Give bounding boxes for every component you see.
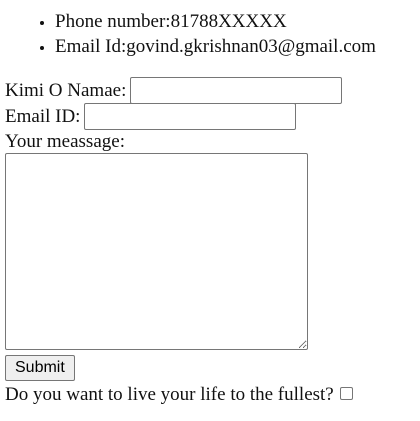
name-label: Kimi O Namae: — [5, 79, 127, 101]
message-textarea[interactable] — [5, 153, 308, 350]
email-input[interactable] — [84, 103, 297, 131]
email-id-value: govind.gkrishnan03@gmail.com — [126, 36, 376, 57]
contact-phone-item: Phone number:81788XXXXX — [55, 9, 376, 34]
question-label: Do you want to live your life to the ful… — [5, 384, 334, 405]
phone-label: Phone number: — [55, 11, 171, 32]
message-label: Your meassage: — [5, 131, 125, 152]
email-id-label: Email Id: — [55, 36, 127, 57]
submit-button[interactable]: Submit — [5, 355, 75, 381]
contact-email-item: Email Id:govind.gkrishnan03@gmail.com — [55, 34, 376, 59]
email-label: Email ID: — [5, 105, 81, 127]
name-input[interactable] — [130, 77, 343, 105]
phone-value: 81788XXXXX — [170, 11, 287, 32]
name-row: Kimi O Namae: — [5, 77, 343, 105]
contact-info-list: Phone number:81788XXXXX Email Id:govind.… — [0, 9, 376, 59]
question-row: Do you want to live your life to the ful… — [5, 382, 353, 408]
fullest-life-checkbox[interactable] — [339, 387, 353, 401]
email-row: Email ID: — [5, 103, 297, 131]
